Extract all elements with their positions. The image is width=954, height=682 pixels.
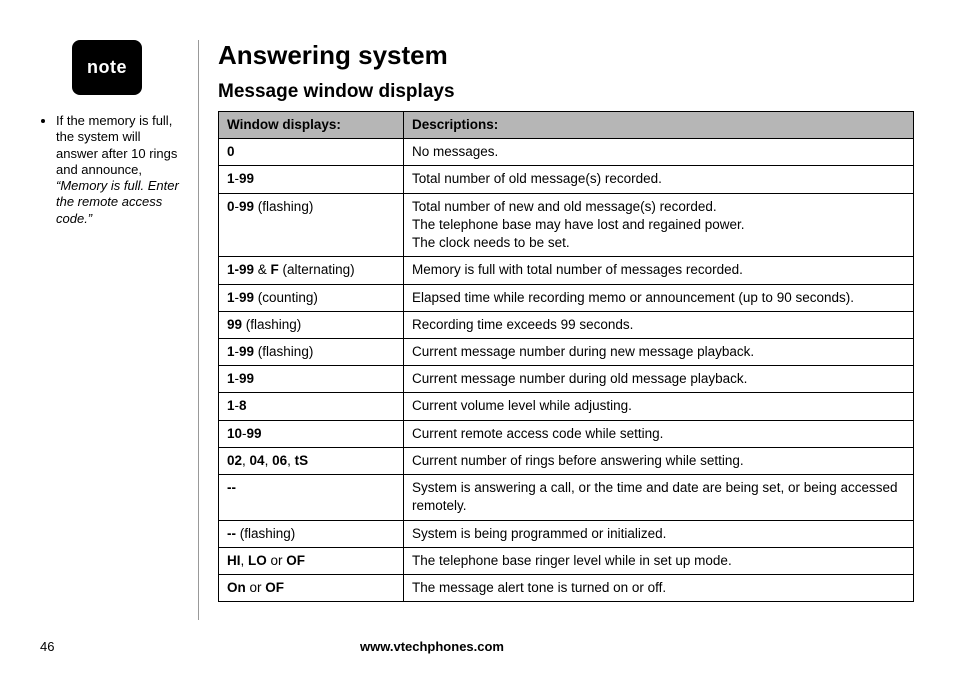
table-row: 1-99 (counting)Elapsed time while record… [219, 284, 914, 311]
window-display-cell: 02, 04, 06, tS [219, 447, 404, 474]
description-cell: Memory is full with total number of mess… [404, 257, 914, 284]
note-badge: note [72, 40, 142, 95]
description-cell: Current remote access code while setting… [404, 420, 914, 447]
window-display-cell: -- [219, 475, 404, 520]
message-displays-table: Window displays: Descriptions: 0No messa… [218, 111, 914, 602]
table-row: HI, LO or OFThe telephone base ringer le… [219, 547, 914, 574]
window-display-cell: 1-99 [219, 166, 404, 193]
table-row: 1-8Current volume level while adjusting. [219, 393, 914, 420]
description-cell: Elapsed time while recording memo or ann… [404, 284, 914, 311]
table-row: On or OFThe message alert tone is turned… [219, 574, 914, 601]
side-note-quote: “Memory is full. Enter the remote access… [56, 178, 179, 226]
table-row: --System is answering a call, or the tim… [219, 475, 914, 520]
page-number: 46 [40, 639, 200, 654]
table-row: 02, 04, 06, tSCurrent number of rings be… [219, 447, 914, 474]
description-cell: Recording time exceeds 99 seconds. [404, 311, 914, 338]
window-display-cell: On or OF [219, 574, 404, 601]
window-display-cell: 1-99 (counting) [219, 284, 404, 311]
description-cell: System is answering a call, or the time … [404, 475, 914, 520]
description-cell: No messages. [404, 139, 914, 166]
main-content: Answering system Message window displays… [218, 40, 914, 602]
side-note-column: note If the memory is full, the system w… [40, 40, 180, 233]
window-display-cell: 1-8 [219, 393, 404, 420]
description-cell: Current number of rings before answering… [404, 447, 914, 474]
description-cell: Current message number during new messag… [404, 338, 914, 365]
window-display-cell: 10-99 [219, 420, 404, 447]
side-note-lead: If the memory is full, the system will a… [56, 113, 177, 177]
description-cell: Current volume level while adjusting. [404, 393, 914, 420]
table-header-window: Window displays: [219, 112, 404, 139]
side-note-item: If the memory is full, the system will a… [56, 113, 180, 227]
table-header-desc: Descriptions: [404, 112, 914, 139]
description-cell: The message alert tone is turned on or o… [404, 574, 914, 601]
page-title: Answering system [218, 40, 914, 71]
vertical-divider [198, 40, 200, 620]
window-display-cell: 99 (flashing) [219, 311, 404, 338]
table-row: 0-99 (flashing)Total number of new and o… [219, 193, 914, 257]
table-row: 1-99 (flashing)Current message number du… [219, 338, 914, 365]
window-display-cell: -- (flashing) [219, 520, 404, 547]
footer-site: www.vtechphones.com [360, 639, 504, 654]
window-display-cell: 1-99 [219, 366, 404, 393]
description-cell: Current message number during old messag… [404, 366, 914, 393]
table-row: 1-99 & F (alternating)Memory is full wit… [219, 257, 914, 284]
table-row: 0No messages. [219, 139, 914, 166]
section-heading: Message window displays [218, 81, 914, 103]
description-cell: Total number of old message(s) recorded. [404, 166, 914, 193]
window-display-cell: 0 [219, 139, 404, 166]
table-row: 99 (flashing)Recording time exceeds 99 s… [219, 311, 914, 338]
page-footer: 46 www.vtechphones.com [40, 639, 914, 654]
table-row: 1-99Current message number during old me… [219, 366, 914, 393]
window-display-cell: 1-99 (flashing) [219, 338, 404, 365]
table-row: 10-99Current remote access code while se… [219, 420, 914, 447]
description-cell: The telephone base ringer level while in… [404, 547, 914, 574]
table-row: -- (flashing)System is being programmed … [219, 520, 914, 547]
window-display-cell: 1-99 & F (alternating) [219, 257, 404, 284]
description-cell: System is being programmed or initialize… [404, 520, 914, 547]
table-row: 1-99Total number of old message(s) recor… [219, 166, 914, 193]
window-display-cell: HI, LO or OF [219, 547, 404, 574]
window-display-cell: 0-99 (flashing) [219, 193, 404, 257]
description-cell: Total number of new and old message(s) r… [404, 193, 914, 257]
